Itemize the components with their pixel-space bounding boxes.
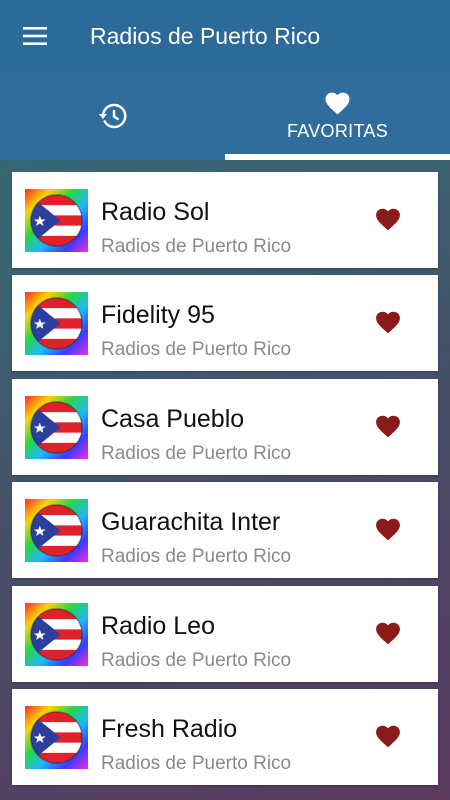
favorite-heart-icon[interactable]	[375, 517, 401, 541]
station-name: Radio Leo	[101, 611, 215, 640]
station-subtitle: Radios de Puerto Rico	[101, 752, 292, 774]
station-card[interactable]: Guarachita Inter Radios de Puerto Rico	[12, 482, 438, 579]
station-card[interactable]: Fidelity 95 Radios de Puerto Rico	[12, 275, 438, 372]
station-name: Fresh Radio	[101, 714, 238, 743]
selected-tab-indicator	[225, 154, 450, 160]
station-subtitle: Radios de Puerto Rico	[101, 236, 292, 257]
puerto-rico-flag-logo	[25, 499, 88, 562]
favorite-heart-icon[interactable]	[375, 310, 401, 334]
station-name: Casa Pueblo	[101, 404, 245, 433]
favorite-heart-icon[interactable]	[375, 414, 401, 438]
station-card[interactable]: Fresh Radio Radios de Puerto Rico	[12, 688, 438, 785]
tab-favoritas[interactable]: FAVORITAS	[225, 72, 450, 160]
station-card[interactable]: Radio Sol Radios de Puerto Rico	[12, 172, 438, 268]
puerto-rico-flag-logo	[25, 603, 88, 666]
puerto-rico-flag-logo	[25, 396, 88, 459]
station-name: Guarachita Inter	[101, 508, 281, 537]
station-list: Radio Sol Radios de Puerto Rico Fidelity…	[12, 172, 438, 792]
favorite-heart-icon[interactable]	[375, 621, 401, 645]
favorite-heart-icon[interactable]	[375, 724, 401, 748]
tab-bar: FAVORITAS	[0, 72, 450, 160]
station-card[interactable]: Radio Leo Radios de Puerto Rico	[12, 585, 438, 682]
history-icon	[98, 103, 126, 129]
app-title: Radios de Puerto Rico	[90, 22, 321, 49]
hamburger-menu-icon[interactable]	[0, 0, 70, 72]
tab-favoritas-label: FAVORITAS	[286, 120, 389, 141]
puerto-rico-flag-logo	[25, 706, 88, 769]
puerto-rico-flag-logo	[25, 189, 88, 252]
puerto-rico-flag-logo	[25, 292, 88, 355]
heart-icon	[325, 92, 350, 114]
station-subtitle: Radios de Puerto Rico	[101, 649, 292, 671]
tab-history[interactable]	[0, 72, 225, 160]
station-name: Radio Sol	[101, 198, 210, 226]
app-bar: Radios de Puerto Rico	[0, 0, 450, 72]
station-name: Fidelity 95	[101, 301, 215, 330]
favorite-heart-icon[interactable]	[375, 207, 401, 231]
station-card[interactable]: Casa Pueblo Radios de Puerto Rico	[12, 378, 438, 475]
station-subtitle: Radios de Puerto Rico	[101, 442, 292, 464]
station-subtitle: Radios de Puerto Rico	[101, 339, 292, 361]
station-subtitle: Radios de Puerto Rico	[101, 546, 292, 568]
